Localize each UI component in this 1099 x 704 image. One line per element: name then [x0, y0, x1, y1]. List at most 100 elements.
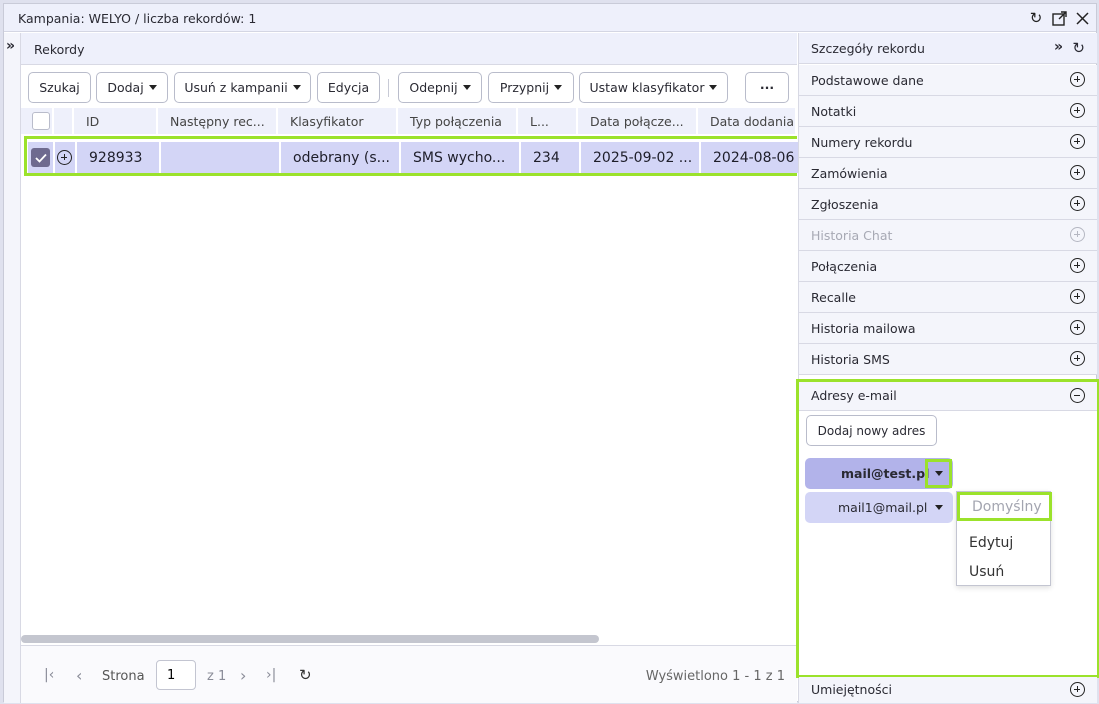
plus-circle-icon[interactable]: [1070, 165, 1085, 180]
column-header-l[interactable]: L...: [518, 108, 578, 134]
email-dropdown-toggle[interactable]: [928, 492, 950, 523]
plus-circle-icon: [1070, 227, 1085, 242]
collapse-strip[interactable]: »: [4, 33, 21, 703]
email-chip[interactable]: mail1@mail.pl: [805, 492, 953, 523]
prev-page-icon[interactable]: ‹: [76, 666, 82, 685]
plus-circle-icon[interactable]: [1070, 258, 1085, 273]
plus-circle-icon[interactable]: [1070, 103, 1085, 118]
chevron-down-icon: [935, 505, 943, 510]
records-panel-title: Rekordy: [34, 42, 85, 57]
chevron-down-icon: [709, 85, 718, 90]
plus-circle-icon[interactable]: [1070, 134, 1085, 149]
menu-item-delete[interactable]: Usuń: [957, 557, 1052, 586]
refresh-icon[interactable]: ↻: [1072, 39, 1085, 57]
page-label: Strona: [102, 669, 145, 684]
section-skills[interactable]: Umiejętności: [799, 677, 1097, 703]
records-panel: Rekordy Szukaj Dodaj Usuń z kampanii Edy…: [21, 33, 800, 703]
toolbar-divider: [388, 79, 389, 97]
select-all-checkbox-cell[interactable]: [28, 108, 54, 134]
expand-column-header: [54, 108, 74, 134]
plus-circle-icon[interactable]: [1070, 289, 1085, 304]
details-title: Szczegóły rekordu: [811, 41, 925, 56]
edit-button[interactable]: Edycja: [317, 72, 380, 103]
section-sms-history[interactable]: Historia SMS: [799, 344, 1097, 375]
cell-conn-date: 2025-09-02 ...: [581, 142, 699, 173]
campaign-window: Kampania: WELYO / liczba rekordów: 1 ↻ »…: [3, 3, 1099, 703]
title-bar: Kampania: WELYO / liczba rekordów: 1 ↻: [4, 4, 1096, 32]
column-header-added-date[interactable]: Data dodania...: [698, 108, 797, 134]
next-page-icon[interactable]: ›: [240, 666, 246, 685]
column-header-id[interactable]: ID: [74, 108, 158, 134]
email-context-menu: Domyślny Edytuj Usuń: [956, 491, 1052, 586]
page-input[interactable]: [156, 660, 196, 690]
email-section-header[interactable]: Adresy e-mail: [799, 382, 1097, 411]
email-section-title: Adresy e-mail: [811, 388, 897, 403]
first-page-icon[interactable]: |‹: [44, 667, 54, 683]
column-header-conn-date[interactable]: Data połącze...: [578, 108, 698, 134]
column-header-classifier[interactable]: Klasyfikator: [278, 108, 398, 134]
chevron-down-icon: [292, 85, 301, 90]
section-notes[interactable]: Notatki: [799, 96, 1097, 127]
plus-circle-icon[interactable]: [1070, 196, 1085, 211]
add-button[interactable]: Dodaj: [96, 72, 168, 103]
table-row[interactable]: 928933 odebrany (s... SMS wycho... 234 2…: [24, 136, 800, 176]
plus-circle-icon[interactable]: [1070, 72, 1085, 87]
column-header-next[interactable]: Następny rec...: [158, 108, 278, 134]
more-button[interactable]: ···: [745, 72, 789, 103]
email-section: Adresy e-mail Dodaj nowy adres mail@test…: [796, 379, 1099, 678]
pin-button[interactable]: Przypnij: [488, 72, 574, 103]
details-header: Szczegóły rekordu » ↻: [799, 33, 1097, 64]
email-address: mail@test.pl: [841, 466, 930, 481]
section-chat-history: Historia Chat: [799, 220, 1097, 251]
select-all-checkbox[interactable]: [32, 112, 50, 130]
row-checkbox-cell[interactable]: [28, 142, 53, 173]
refresh-icon[interactable]: ↻: [299, 666, 312, 684]
section-mail-history[interactable]: Historia mailowa: [799, 313, 1097, 344]
plus-circle-icon[interactable]: [1070, 682, 1085, 697]
page-count: z 1: [207, 669, 227, 684]
menu-item-edit[interactable]: Edytuj: [957, 528, 1052, 557]
cell-added-date: 2024-08-06: [701, 142, 800, 173]
record-details-panel: Szczegóły rekordu » ↻ Podstawowe dane No…: [796, 33, 1099, 703]
section-record-numbers[interactable]: Numery rekordu: [799, 127, 1097, 158]
plus-circle-icon[interactable]: [1070, 351, 1085, 366]
grid-header: ID Następny rec... Klasyfikator Typ połą…: [21, 108, 797, 134]
collapse-right-icon[interactable]: »: [1054, 39, 1063, 55]
chevron-down-icon: [462, 85, 471, 90]
set-classifier-button[interactable]: Ustaw klasyfikator: [579, 72, 728, 103]
row-expand-cell[interactable]: [55, 142, 75, 173]
records-panel-header: Rekordy: [21, 33, 797, 65]
section-calls[interactable]: Połączenia: [799, 251, 1097, 282]
plus-circle-icon[interactable]: [1070, 320, 1085, 335]
horizontal-scrollbar[interactable]: [21, 635, 599, 643]
email-chip-selected[interactable]: mail@test.pl: [805, 458, 953, 489]
chevron-down-icon: [148, 85, 157, 90]
last-page-icon[interactable]: ›|: [266, 667, 276, 683]
cell-next: [161, 142, 279, 173]
expand-icon[interactable]: »: [6, 38, 15, 54]
search-button[interactable]: Szukaj: [28, 72, 91, 103]
pager: |‹ ‹ Strona z 1 › ›| ↻ Wyświetlono 1 - 1…: [21, 645, 797, 703]
section-tickets[interactable]: Zgłoszenia: [799, 189, 1097, 220]
displayed-info: Wyświetlono 1 - 1 z 1: [645, 669, 785, 684]
section-recalls[interactable]: Recalle: [799, 282, 1097, 313]
section-basic-data[interactable]: Podstawowe dane: [799, 65, 1097, 96]
section-orders[interactable]: Zamówienia: [799, 158, 1097, 189]
popout-icon[interactable]: [1050, 9, 1068, 27]
chevron-down-icon: [934, 471, 943, 476]
email-address: mail1@mail.pl: [838, 500, 928, 515]
window-title: Kampania: WELYO / liczba rekordów: 1: [18, 11, 257, 26]
column-header-type[interactable]: Typ połączenia: [398, 108, 518, 134]
minus-circle-icon[interactable]: [1070, 388, 1085, 403]
row-checkbox[interactable]: [31, 148, 50, 167]
close-icon[interactable]: [1073, 9, 1091, 27]
remove-from-campaign-button[interactable]: Usuń z kampanii: [174, 72, 311, 103]
plus-circle-icon[interactable]: [57, 150, 72, 165]
menu-item-default[interactable]: Domyślny: [957, 492, 1052, 521]
refresh-icon[interactable]: ↻: [1027, 9, 1045, 27]
email-dropdown-toggle[interactable]: [925, 459, 952, 488]
unpin-button[interactable]: Odepnij: [398, 72, 482, 103]
cell-type: SMS wycho...: [401, 142, 519, 173]
cell-classifier: odebrany (s...: [281, 142, 399, 173]
add-address-button[interactable]: Dodaj nowy adres: [806, 415, 937, 446]
